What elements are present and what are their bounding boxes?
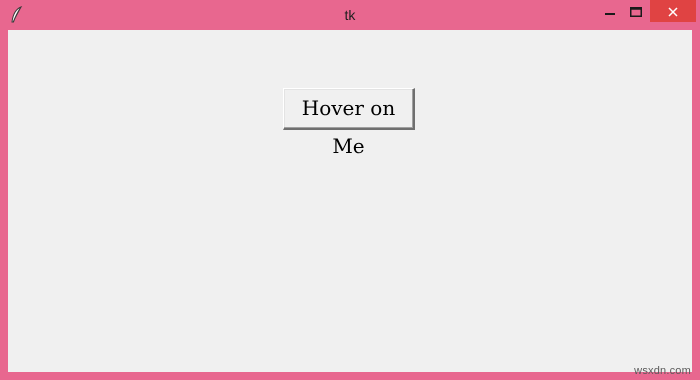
close-button[interactable] <box>650 0 696 22</box>
close-icon <box>668 2 678 21</box>
window-client-area: Hover on Me <box>8 30 692 372</box>
maximize-button[interactable] <box>623 0 649 22</box>
minimize-button[interactable] <box>597 0 623 22</box>
hover-button[interactable]: Hover on Me <box>283 88 415 158</box>
app-window: tk Hover on Me wsxdn.com <box>0 0 700 380</box>
watermark: wsxdn.com <box>634 365 691 377</box>
title-bar[interactable]: tk <box>0 0 700 30</box>
window-title: tk <box>344 7 356 23</box>
minimize-icon <box>605 2 615 21</box>
maximize-icon <box>630 2 642 21</box>
